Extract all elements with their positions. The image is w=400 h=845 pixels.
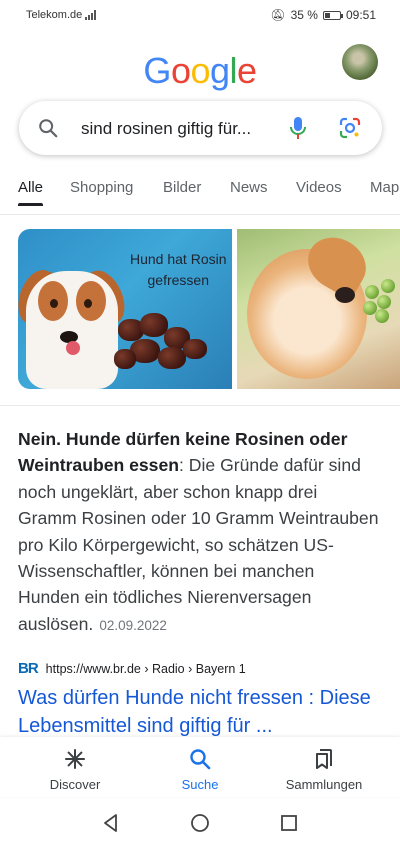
nav-search-label: Suche [181, 777, 219, 792]
tab-videos[interactable]: Videos [296, 179, 342, 196]
battery-percent: 35 % [290, 8, 318, 22]
search-tabs: Alle Shopping Bilder News Videos Map [0, 176, 400, 206]
raisin [114, 349, 136, 369]
carrier-info: Telekom.de [26, 9, 97, 21]
dog-eye [84, 299, 92, 308]
logo-letter: o [190, 50, 210, 91]
image-caption-line-2: gefressen [147, 272, 209, 288]
result-source[interactable]: BR https://www.br.de › Radio › Bayern 1 [18, 660, 246, 677]
dog-nose [335, 287, 355, 303]
dog-eye [50, 299, 58, 308]
search-icon[interactable] [37, 117, 59, 139]
google-lens-icon[interactable] [338, 116, 362, 140]
asterisk-icon [65, 749, 85, 769]
nav-collections[interactable]: Sammlungen [269, 747, 379, 792]
logo-letter: o [170, 50, 191, 91]
raisin [183, 339, 207, 359]
section-divider [0, 405, 400, 406]
tabs-divider [0, 214, 400, 215]
status-right: 🔕︎ 35 % 09:51 [270, 8, 376, 22]
tab-bilder[interactable]: Bilder [163, 179, 201, 196]
image-result-dog-grapes[interactable] [237, 229, 400, 389]
nav-collections-label: Sammlungen [285, 777, 363, 792]
logo-letter: l [229, 50, 238, 91]
nav-discover[interactable]: Discover [20, 747, 130, 792]
grape [381, 279, 395, 293]
status-bar: Telekom.de 🔕︎ 35 % 09:51 [0, 0, 400, 32]
raisin [158, 347, 186, 369]
result-url[interactable]: https://www.br.de › Radio › Bayern 1 [46, 662, 246, 676]
search-icon [190, 749, 211, 770]
signal-icon [85, 10, 97, 20]
nav-search[interactable]: Suche [145, 747, 255, 792]
battery-fill [324, 12, 330, 18]
avatar[interactable] [342, 44, 378, 80]
tab-alle[interactable]: Alle [18, 179, 43, 196]
back-icon[interactable] [100, 812, 122, 834]
active-tab-indicator [18, 203, 43, 206]
search-box[interactable]: sind rosinen giftig für... [19, 101, 382, 155]
image-caption: Hund hat Rosin gefressen [130, 249, 227, 291]
snippet-date: 02.09.2022 [99, 617, 167, 633]
nav-discover-label: Discover [49, 777, 101, 792]
grape [365, 285, 379, 299]
clock: 09:51 [345, 8, 376, 22]
carrier-name: Telekom.de [26, 9, 83, 21]
image-caption-line-1: Hund hat Rosin [130, 251, 227, 267]
logo-letter: G [143, 50, 171, 91]
grape [375, 309, 389, 323]
featured-snippet: Nein. Hunde dürfen keine Rosinen oder We… [18, 426, 380, 639]
tab-shopping[interactable]: Shopping [70, 179, 133, 196]
grape [377, 295, 391, 309]
image-result-dog-raisins[interactable]: Hund hat Rosin gefressen [18, 229, 232, 389]
battery-icon [322, 10, 343, 20]
logo-letter: e [237, 50, 257, 91]
logo-letter: g [210, 50, 230, 91]
search-query[interactable]: sind rosinen giftig für... [81, 119, 251, 139]
bottom-navigation: Discover Suche Sammlungen [0, 737, 400, 797]
collections-icon [316, 749, 332, 769]
result-title-link[interactable]: Was dürfen Hunde nicht fressen : Diese L… [18, 684, 388, 740]
home-icon[interactable] [189, 812, 211, 834]
system-navigation [0, 800, 400, 845]
mute-icon: 🔕︎ [270, 8, 286, 22]
br-favicon: BR [18, 660, 39, 677]
tab-maps[interactable]: Map [370, 179, 399, 196]
google-logo: Google [0, 50, 400, 92]
snippet-text: : Die Gründe dafür sind noch ungeklärt, … [18, 455, 379, 634]
tab-news[interactable]: News [230, 179, 268, 196]
dog-tongue [66, 341, 80, 355]
microphone-icon[interactable] [287, 115, 309, 141]
recents-icon[interactable] [278, 812, 300, 834]
